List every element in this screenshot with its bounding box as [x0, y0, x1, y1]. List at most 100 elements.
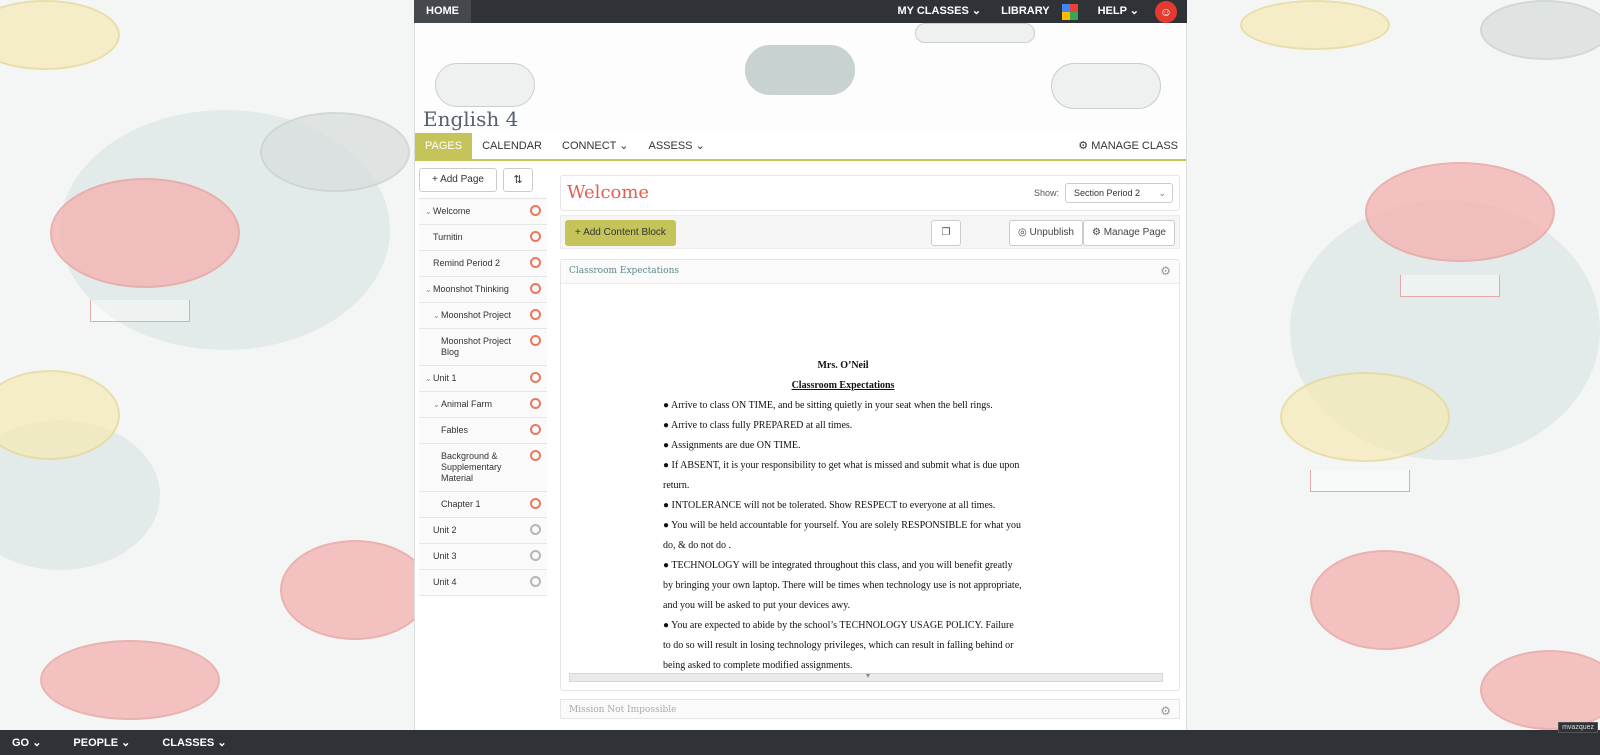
sidebar-item-label: Turnitin	[433, 232, 463, 242]
library-link[interactable]: LIBRARY	[991, 0, 1059, 23]
classes-menu[interactable]: CLASSES ⌄	[150, 736, 238, 749]
go-label: GO	[12, 737, 30, 749]
class-title: English 4	[423, 107, 519, 131]
bottom-navbar: GO ⌄ PEOPLE ⌄ CLASSES ⌄ mvazquez	[0, 722, 1600, 755]
class-subnav: PAGES CALENDAR CONNECT ⌄ ASSESS ⌄ ⚙ MANA…	[415, 133, 1186, 161]
manage-class-label: MANAGE CLASS	[1091, 140, 1178, 152]
sidebar-item-label: Chapter 1	[441, 499, 481, 509]
go-menu[interactable]: GO ⌄	[0, 736, 53, 749]
people-menu[interactable]: PEOPLE ⌄	[61, 736, 142, 749]
published-icon	[530, 205, 541, 216]
sidebar-tools: + Add Page ⇅	[419, 168, 547, 192]
classes-label: CLASSES	[162, 737, 215, 749]
gear-icon[interactable]: ⚙	[1160, 704, 1171, 718]
sidebar-item-background-material[interactable]: Background & Supplementary Material	[419, 444, 547, 492]
unpublished-icon	[530, 550, 541, 561]
my-classes-label: MY CLASSES	[897, 5, 969, 17]
class-page: English 4 PAGES CALENDAR CONNECT ⌄ ASSES…	[414, 23, 1187, 730]
doc-line: ● If ABSENT, it is your responsibility t…	[663, 460, 1020, 491]
chevron-down-icon: ⌄	[433, 400, 440, 409]
chevron-down-icon: ⌄	[433, 311, 440, 320]
google-apps-icon[interactable]	[1061, 3, 1078, 20]
cloud-decoration	[745, 45, 855, 95]
chevron-down-icon: ▾	[866, 671, 871, 680]
chevron-down-icon: ⌄	[121, 737, 131, 749]
sidebar-item-remind-period-2[interactable]: Remind Period 2	[419, 251, 547, 277]
sidebar-item-unit-2[interactable]: Unit 2	[419, 518, 547, 544]
doc-line: ● You are expected to abide by the schoo…	[663, 620, 1014, 671]
copy-icon: ❐	[941, 227, 951, 238]
sidebar-item-moonshot-project[interactable]: ⌄Moonshot Project	[419, 303, 547, 329]
sidebar-item-chapter-1[interactable]: Chapter 1	[419, 492, 547, 518]
sidebar-item-unit-3[interactable]: Unit 3	[419, 544, 547, 570]
chevron-down-icon: ⌄	[971, 5, 982, 17]
content-block-header: Classroom Expectations ⚙	[561, 260, 1179, 284]
sidebar-item-moonshot-thinking[interactable]: ⌄Moonshot Thinking	[419, 277, 547, 303]
doc-heading: Classroom Expectations	[791, 380, 895, 391]
plus-icon: +	[431, 174, 438, 185]
add-content-block-button[interactable]: + Add Content Block	[565, 220, 676, 246]
published-icon	[530, 335, 541, 346]
manage-page-label: Manage Page	[1103, 227, 1166, 238]
manage-page-button[interactable]: ⚙ Manage Page	[1082, 220, 1175, 246]
doc-line: ● You will be held accountable for yours…	[663, 520, 1021, 551]
chevron-down-icon: ⌄	[32, 737, 42, 749]
doc-line: ● Arrive to class fully PREPARED at all …	[663, 420, 853, 431]
published-icon	[530, 283, 541, 294]
chevron-down-icon: ⌄	[425, 207, 432, 216]
user-tag[interactable]: mvazquez	[1558, 722, 1598, 733]
sidebar-item-welcome[interactable]: ⌄Welcome	[419, 199, 547, 225]
unpublished-icon	[530, 576, 541, 587]
page-toolbar: + Add Content Block ❐ ◎ Unpublish ⚙ Mana…	[560, 215, 1180, 249]
expectations-document: Mrs. O’Neil Classroom Expectations ● Arr…	[663, 356, 1023, 676]
published-icon	[530, 498, 541, 509]
block-scrollbar[interactable]: ▾	[569, 671, 1163, 682]
chevron-down-icon: ⌄	[425, 285, 432, 294]
sidebar-item-label: Animal Farm	[441, 399, 493, 409]
unpublish-button[interactable]: ◎ Unpublish	[1009, 220, 1083, 246]
content-block: Classroom Expectations ⚙ Mrs. O’Neil Cla…	[560, 259, 1180, 691]
page-header: Welcome Show: Section Period 2 ⌄	[560, 175, 1180, 211]
copy-page-button[interactable]: ❐	[931, 220, 961, 246]
unpublished-icon	[530, 524, 541, 535]
sidebar-item-label: Remind Period 2	[433, 258, 501, 268]
sidebar-item-label: Unit 3	[433, 551, 457, 561]
help-label: HELP	[1097, 5, 1127, 17]
sidebar-item-unit-4[interactable]: Unit 4	[419, 570, 547, 596]
published-icon	[530, 257, 541, 268]
sidebar-item-label: Moonshot Thinking	[433, 284, 509, 294]
user-avatar-icon[interactable]: ☺	[1155, 0, 1177, 23]
doc-teacher: Mrs. O’Neil	[817, 360, 869, 371]
published-icon	[530, 450, 541, 461]
tab-assess[interactable]: ASSESS ⌄	[638, 133, 714, 159]
doc-line: ● Assignments are due ON TIME.	[663, 440, 801, 451]
tab-connect[interactable]: CONNECT ⌄	[552, 133, 638, 159]
my-classes-menu[interactable]: MY CLASSES ⌄	[888, 0, 992, 23]
tab-pages[interactable]: PAGES	[415, 133, 473, 159]
sidebar-item-label: Welcome	[433, 206, 471, 216]
sidebar-item-unit-1[interactable]: ⌄Unit 1	[419, 366, 547, 392]
home-link[interactable]: HOME	[414, 0, 471, 23]
sidebar-item-turnitin[interactable]: Turnitin	[419, 225, 547, 251]
gear-icon: ⚙	[1091, 227, 1101, 238]
next-block-title: Mission Not Impossible	[569, 705, 677, 715]
sidebar-item-animal-farm[interactable]: ⌄Animal Farm	[419, 392, 547, 418]
chevron-down-icon: ⌄	[217, 737, 227, 749]
publish-icon: ◎	[1018, 227, 1027, 238]
tab-assess-label: ASSESS	[648, 140, 693, 152]
manage-class-button[interactable]: ⚙ MANAGE CLASS	[1070, 133, 1186, 159]
pages-tree: ⌄Welcome Turnitin Remind Period 2 ⌄Moons…	[419, 198, 547, 596]
sidebar-item-moonshot-project-blog[interactable]: Moonshot Project Blog	[419, 329, 547, 366]
section-select[interactable]: Section Period 2 ⌄	[1065, 183, 1173, 203]
gear-icon[interactable]: ⚙	[1160, 264, 1171, 278]
sidebar-item-label: Unit 2	[433, 525, 457, 535]
tab-calendar[interactable]: CALENDAR	[472, 133, 552, 159]
help-menu[interactable]: HELP ⌄	[1088, 0, 1149, 23]
chevron-down-icon: ⌄	[1129, 5, 1139, 17]
page-content: Welcome Show: Section Period 2 ⌄ + Add Co…	[560, 175, 1180, 719]
reorder-pages-button[interactable]: ⇅	[503, 168, 533, 192]
sidebar-item-fables[interactable]: Fables	[419, 418, 547, 444]
doc-line: ● Arrive to class ON TIME, and be sittin…	[663, 400, 993, 411]
add-page-button[interactable]: + Add Page	[419, 168, 497, 192]
add-block-label: Add Content Block	[583, 227, 666, 238]
